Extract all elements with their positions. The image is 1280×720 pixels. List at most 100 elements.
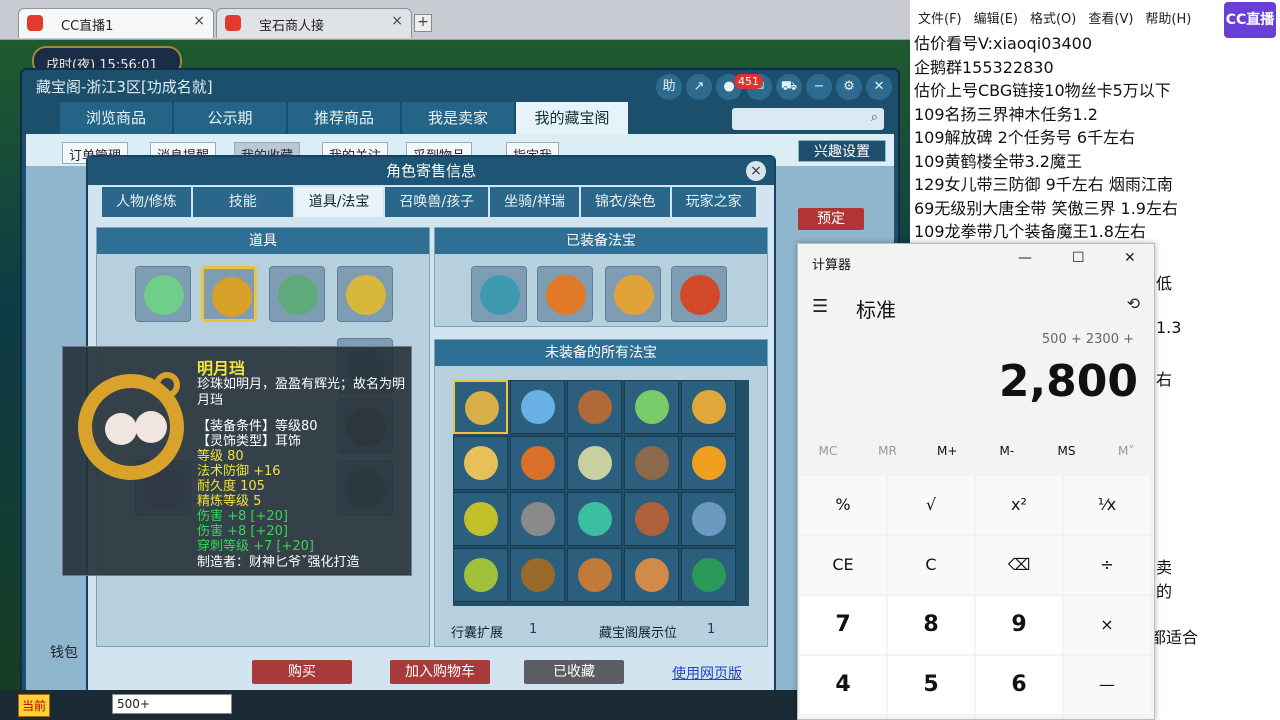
key-multiply-button[interactable]: × — [1064, 596, 1150, 654]
memory-recall-button[interactable]: MR — [858, 444, 918, 458]
tab-gem-merchant[interactable]: 宝石商人接 × — [216, 8, 412, 38]
key-clear-button[interactable]: C — [888, 536, 974, 594]
key-square-button[interactable]: x² — [976, 476, 1062, 534]
item-slot[interactable] — [337, 266, 393, 322]
tab-character[interactable]: 人物/修炼 — [102, 187, 191, 217]
menu-view[interactable]: 查看(V) — [1088, 8, 1133, 30]
tab-mounts[interactable]: 坐骑/祥瑞 — [490, 187, 579, 217]
maximize-button[interactable]: ☐ — [1072, 250, 1085, 266]
tab-skills[interactable]: 技能 — [192, 187, 293, 217]
key-reciprocal-button[interactable]: ¹⁄x — [1064, 476, 1150, 534]
search-input[interactable]: ⌕ — [732, 108, 884, 130]
treasure-cell[interactable] — [624, 492, 679, 546]
unequipped-header: 未装备的所有法宝 — [435, 340, 767, 366]
treasure-cell[interactable] — [681, 492, 736, 546]
treasure-cell[interactable] — [453, 492, 508, 546]
tab-close-icon[interactable]: × — [391, 13, 403, 29]
item-slot[interactable] — [269, 266, 325, 322]
key-minus-button[interactable]: — — [1064, 656, 1150, 714]
nav-public[interactable]: 公示期 — [174, 102, 286, 134]
key-four-button[interactable]: 4 — [800, 656, 886, 714]
treasure-cell[interactable] — [681, 380, 736, 434]
treasure-cell[interactable] — [510, 548, 565, 602]
item-slot-selected[interactable] — [201, 266, 257, 322]
treasure-cell[interactable] — [567, 380, 622, 434]
menu-format[interactable]: 格式(O) — [1030, 8, 1076, 30]
add-to-cart-button[interactable]: 加入购物车 — [390, 660, 490, 684]
item-slot[interactable] — [135, 266, 191, 322]
favorited-button[interactable]: 已收藏 — [524, 660, 624, 684]
tooltip-maker: 制造者：财神匕爷ˇ强化打造 — [197, 555, 360, 570]
expand-label: 行囊扩展 — [451, 626, 504, 641]
history-icon[interactable]: ⟲ — [1127, 294, 1140, 313]
buy-button[interactable]: 购买 — [252, 660, 352, 684]
memory-subtract-button[interactable]: M- — [977, 444, 1037, 458]
treasure-cell[interactable] — [681, 548, 736, 602]
tab-cc-live-1[interactable]: CC直播1 × — [18, 8, 214, 38]
equipped-slot[interactable] — [605, 266, 661, 322]
memory-clear-button[interactable]: MC — [798, 444, 858, 458]
key-clear-entry-button[interactable]: CE — [800, 536, 886, 594]
hamburger-menu-icon[interactable]: ☰ — [812, 296, 828, 317]
treasure-cell[interactable] — [453, 436, 508, 490]
tab-close-icon[interactable]: × — [193, 13, 205, 29]
memory-list-button[interactable]: M˅ — [1096, 444, 1156, 458]
web-version-link[interactable]: 使用网页版 — [672, 663, 742, 683]
chat-input[interactable]: 500+ — [112, 694, 232, 714]
interest-settings-button[interactable]: 兴趣设置 — [798, 140, 886, 162]
nav-my-cbg[interactable]: 我的藏宝阁 — [516, 102, 628, 134]
nav-recommend[interactable]: 推荐商品 — [288, 102, 400, 134]
reserve-button[interactable]: 预定 — [798, 208, 864, 230]
equipped-slot[interactable] — [471, 266, 527, 322]
treasure-cell[interactable] — [567, 436, 622, 490]
channel-now-button[interactable]: 当前 — [18, 694, 51, 717]
key-eight-button[interactable]: 8 — [888, 596, 974, 654]
search-icon[interactable]: ⌕ — [871, 110, 878, 125]
nav-browse[interactable]: 浏览商品 — [60, 102, 172, 134]
tab-items[interactable]: 道具/法宝 — [294, 187, 384, 217]
menu-help[interactable]: 帮助(H) — [1145, 8, 1191, 30]
memory-add-button[interactable]: M+ — [917, 444, 977, 458]
treasure-cell[interactable] — [510, 380, 565, 434]
treasure-cell[interactable] — [453, 548, 508, 602]
notepad-text[interactable]: 估价看号V:xiaoqi03400 企鹅群155322830 估价上号CBG链接… — [914, 32, 1274, 244]
treasure-cell[interactable] — [624, 548, 679, 602]
nav-seller[interactable]: 我是卖家 — [402, 102, 514, 134]
close-button[interactable]: ✕ — [1124, 250, 1136, 266]
equipped-slot[interactable] — [671, 266, 727, 322]
flame-treasure-icon — [546, 275, 586, 315]
treasure-cell[interactable] — [510, 436, 565, 490]
key-seven-button[interactable]: 7 — [800, 596, 886, 654]
cart-icon[interactable]: ⛟ — [776, 74, 802, 100]
share-icon[interactable]: ↗ — [686, 74, 712, 100]
menu-file[interactable]: 文件(F) — [918, 8, 962, 30]
minimize-button[interactable]: — — [1018, 250, 1032, 266]
menu-edit[interactable]: 编辑(E) — [974, 8, 1018, 30]
key-six-button[interactable]: 6 — [976, 656, 1062, 714]
key-nine-button[interactable]: 9 — [976, 596, 1062, 654]
key-divide-button[interactable]: ÷ — [1064, 536, 1150, 594]
treasure-cell[interactable] — [567, 548, 622, 602]
help-button[interactable]: 助 — [656, 74, 682, 100]
new-tab-button[interactable]: + — [414, 14, 432, 32]
key-backspace-button[interactable]: ⌫ — [976, 536, 1062, 594]
notepad-fragment: 右 — [1156, 370, 1173, 389]
key-five-button[interactable]: 5 — [888, 656, 974, 714]
settings-icon[interactable]: ⚙ — [836, 74, 862, 100]
treasure-cell[interactable] — [624, 380, 679, 434]
minimize-icon[interactable]: − — [806, 74, 832, 100]
equipped-slot[interactable] — [537, 266, 593, 322]
dialog-close-icon[interactable]: × — [746, 161, 766, 181]
memory-store-button[interactable]: MS — [1037, 444, 1097, 458]
close-icon[interactable]: ✕ — [866, 74, 892, 100]
treasure-cell[interactable] — [510, 492, 565, 546]
treasure-cell[interactable] — [453, 380, 508, 434]
treasure-cell[interactable] — [624, 436, 679, 490]
tab-pets[interactable]: 召唤兽/孩子 — [385, 187, 489, 217]
treasure-cell[interactable] — [567, 492, 622, 546]
key-percent-button[interactable]: % — [800, 476, 886, 534]
treasure-cell[interactable] — [681, 436, 736, 490]
tab-outfits[interactable]: 锦衣/染色 — [580, 187, 670, 217]
key-sqrt-button[interactable]: √ — [888, 476, 974, 534]
tab-home[interactable]: 玩家之家 — [671, 187, 756, 217]
